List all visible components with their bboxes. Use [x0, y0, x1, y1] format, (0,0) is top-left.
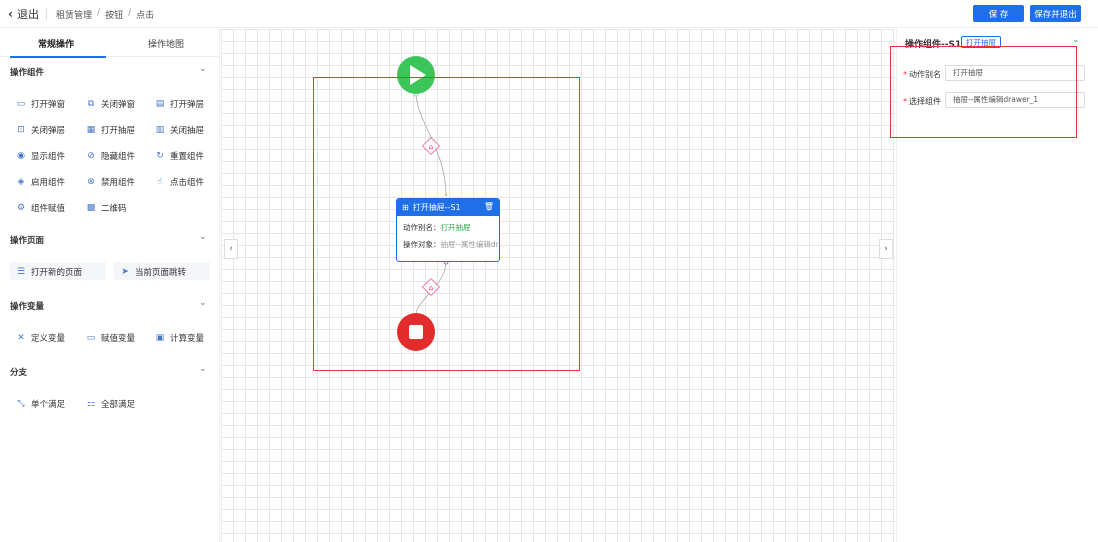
chevron-down-icon[interactable]: ⌄: [1072, 35, 1080, 45]
highlight-box: [890, 46, 1077, 138]
highlight-box: [313, 77, 580, 371]
